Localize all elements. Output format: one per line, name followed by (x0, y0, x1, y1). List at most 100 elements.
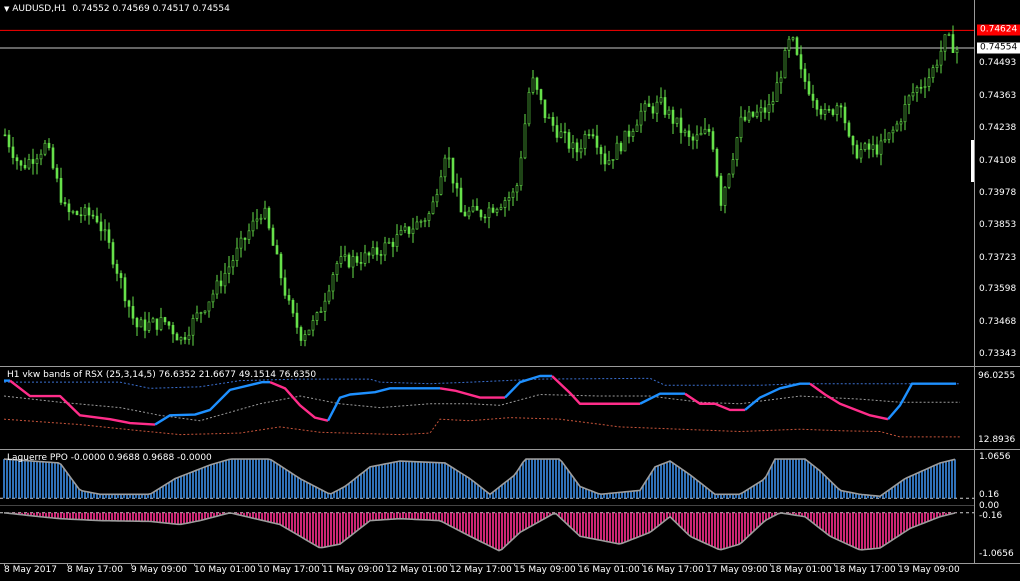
candle (131, 296, 135, 325)
rsx-axis-top: 96.0255 (978, 371, 1016, 381)
candle (63, 197, 67, 207)
candle (231, 255, 235, 275)
candle (359, 251, 363, 271)
candle (47, 138, 51, 151)
candle (435, 188, 439, 208)
candle (907, 94, 911, 115)
candle (755, 104, 759, 119)
candle (851, 135, 855, 155)
candle (491, 203, 495, 214)
candle (223, 262, 227, 294)
candle (903, 95, 907, 131)
candle (683, 128, 687, 137)
candle (563, 122, 567, 144)
candle (819, 105, 823, 120)
candle (331, 271, 335, 300)
candle (43, 140, 47, 157)
candle (31, 148, 35, 175)
candle (383, 236, 387, 261)
candle (607, 150, 611, 166)
candle (235, 237, 239, 267)
candle (791, 36, 795, 42)
candle (823, 103, 827, 121)
candle (187, 326, 191, 345)
time-tick-label: 11 May 09:00 (322, 565, 384, 575)
dropdown-triangle-icon[interactable]: ▼ (4, 5, 9, 13)
candle (775, 71, 779, 102)
candle (467, 206, 471, 220)
candle (867, 139, 871, 159)
candle (543, 99, 547, 123)
candle (447, 147, 451, 169)
candle (307, 329, 311, 336)
price-chart-pane[interactable]: ▼ AUDUSD,H1 0.74552 0.74569 0.74517 0.74… (0, 0, 974, 366)
candle (927, 68, 931, 92)
candle (583, 130, 587, 156)
candle (171, 321, 175, 343)
rsx-line-down-segment (269, 381, 329, 422)
rsx-line-down-segment (9, 379, 156, 426)
candle (419, 219, 423, 228)
rsx-indicator-pane[interactable]: H1 vkw bands of RSX (25,3,14,5) 76.6352 … (0, 367, 974, 449)
price-tick-label: 0.73468 (979, 317, 1017, 328)
candle (427, 211, 431, 228)
candle (483, 214, 487, 224)
candle (247, 223, 251, 244)
candle (351, 249, 355, 278)
candle (51, 144, 55, 170)
candle (875, 136, 879, 158)
candle (847, 120, 851, 138)
candle (719, 172, 723, 212)
candle (207, 301, 211, 318)
candle (547, 113, 551, 119)
candle (515, 182, 519, 201)
ppo-tick-label: 0.16 (979, 490, 1000, 501)
candle (779, 70, 783, 94)
candle (871, 135, 875, 158)
candle (67, 199, 71, 221)
candle (283, 269, 287, 299)
ppo-indicator-pane[interactable]: Laguerre PPO -0.0000 0.9688 0.9688 -0.00… (0, 450, 974, 563)
candle (415, 215, 419, 230)
candle (339, 245, 343, 268)
candle (839, 103, 843, 118)
candle (155, 318, 159, 336)
candle (379, 250, 383, 265)
price-tick-label: 0.74238 (979, 122, 1017, 133)
candle (327, 284, 331, 305)
candle (655, 95, 659, 122)
candle (831, 108, 835, 117)
price-tick-label: 0.74363 (979, 91, 1017, 102)
candle (123, 273, 127, 308)
candle (459, 177, 463, 213)
candle (843, 102, 847, 131)
rsx-axis: 96.0255 12.8936 (974, 367, 1020, 449)
candle (723, 186, 727, 214)
candle (587, 129, 591, 139)
symbol-header: ▼ AUDUSD,H1 0.74552 0.74569 0.74517 0.74… (4, 4, 230, 14)
candle (787, 35, 791, 58)
candle (731, 152, 735, 178)
candle (643, 100, 647, 122)
rsx-line-up-segment (744, 382, 810, 411)
candle (911, 83, 915, 101)
time-tick-label: 10 May 17:00 (258, 565, 320, 575)
candle (167, 321, 171, 330)
candle (931, 64, 935, 83)
candle (479, 208, 483, 221)
candle (487, 201, 491, 229)
price-axis: 0.74493 0.74363 0.74238 0.74108 0.73978 0.738… (974, 0, 1020, 366)
rsx-line-up-segment (887, 382, 956, 420)
candle (395, 224, 399, 252)
time-tick-label: 12 May 01:00 (386, 565, 448, 575)
candle (59, 167, 63, 206)
candle (95, 207, 99, 224)
candle (179, 336, 183, 345)
candle (519, 150, 523, 191)
candle (951, 25, 955, 53)
candle (263, 200, 267, 220)
candle (759, 99, 763, 122)
rsx-axis-bottom: 12.8936 (978, 435, 1016, 445)
ppo-tick-label: 1.0656 (979, 452, 1011, 462)
candle (599, 144, 603, 165)
